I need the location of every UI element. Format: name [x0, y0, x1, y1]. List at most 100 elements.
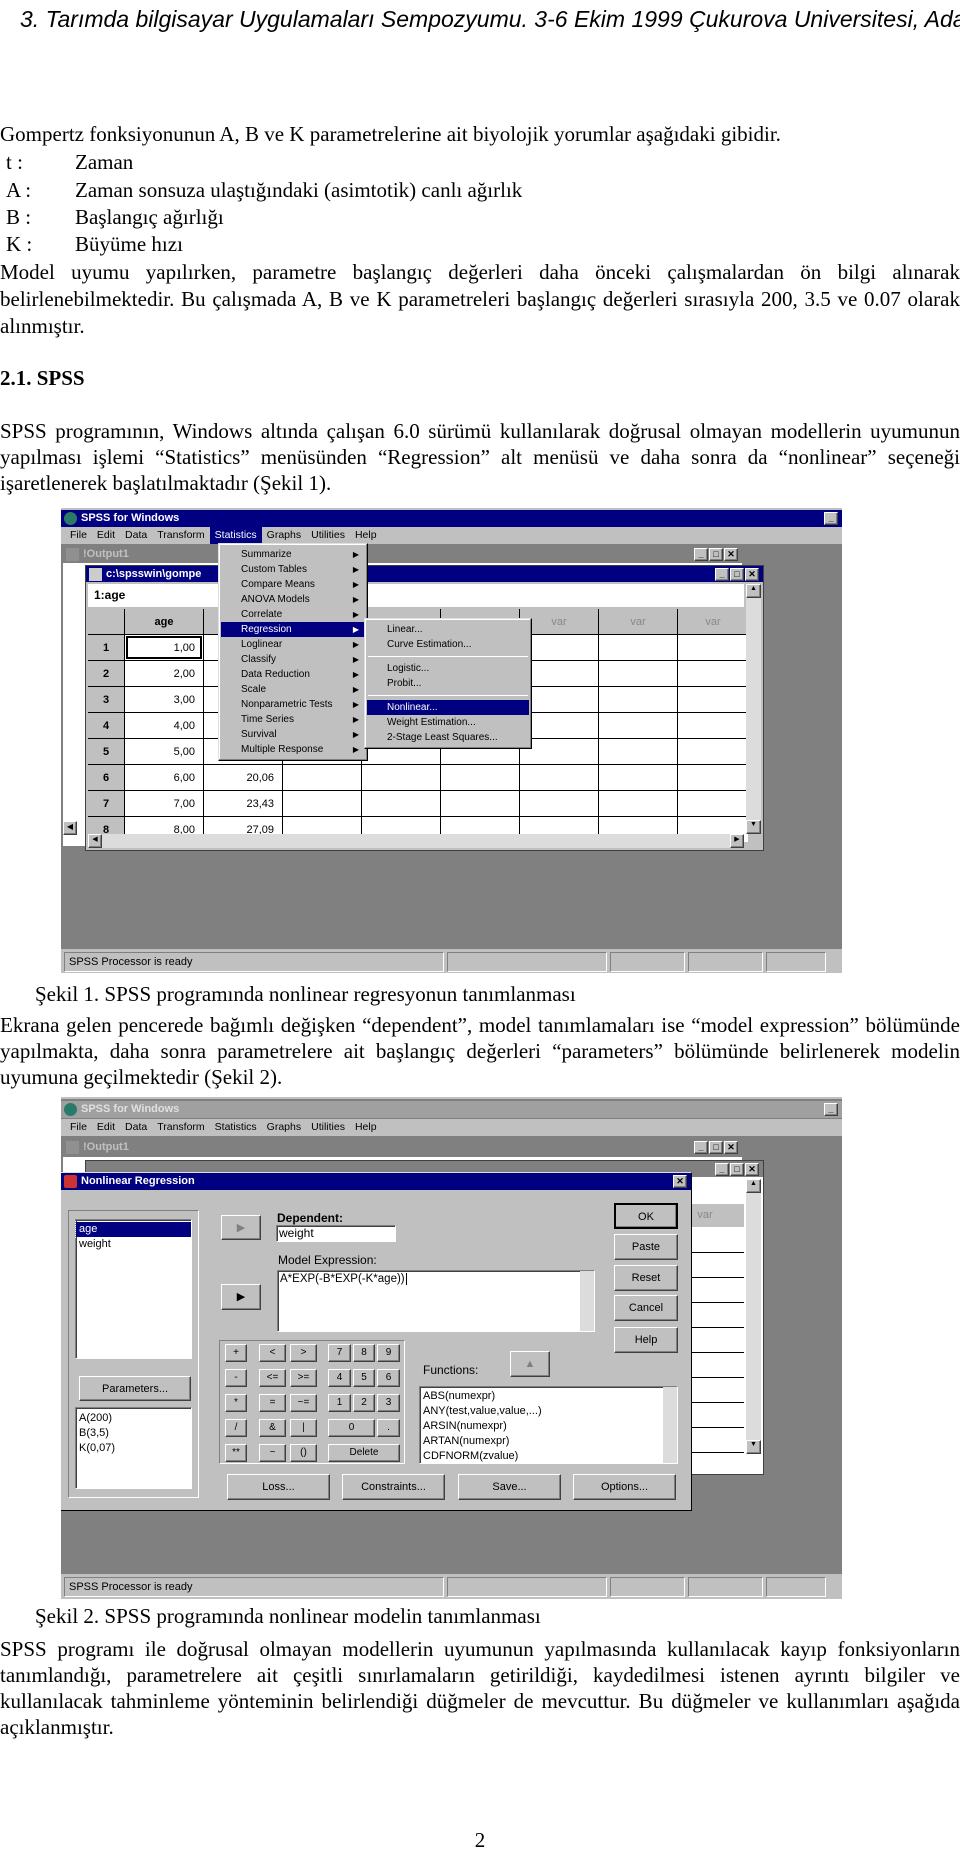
close-button[interactable]: ✕ [745, 1163, 759, 1176]
menu-item-curve-estimation[interactable]: Curve Estimation... [367, 637, 529, 652]
keypad-button[interactable]: >= [290, 1369, 317, 1387]
menu-data[interactable]: Data [120, 527, 152, 544]
keypad-button[interactable]: = [259, 1394, 286, 1412]
keypad-button[interactable]: * [225, 1394, 247, 1412]
variable-item[interactable]: weight [76, 1237, 191, 1252]
menu-item-time-series[interactable]: Time Series ▶ [221, 712, 365, 727]
scroll-left-button[interactable]: ◀ [63, 821, 77, 835]
parameter-item[interactable]: K(0,07) [76, 1441, 191, 1456]
grid-cell[interactable] [441, 765, 519, 790]
ok-button[interactable]: OK [614, 1203, 678, 1229]
minimize-button[interactable]: _ [824, 1103, 838, 1116]
scroll-up-button[interactable]: ▲ [746, 584, 761, 598]
grid-cell[interactable] [678, 791, 748, 816]
grid-cell[interactable] [678, 765, 748, 790]
menu-utilities[interactable]: Utilities [306, 1119, 350, 1136]
row-number[interactable]: 2 [88, 661, 124, 686]
grid-cell[interactable] [599, 791, 677, 816]
keypad-button[interactable]: Delete [328, 1444, 400, 1462]
row-number[interactable]: 7 [88, 791, 124, 816]
minimize-button[interactable]: _ [694, 548, 708, 561]
menu-item-scale[interactable]: Scale ▶ [221, 682, 365, 697]
functions-list[interactable]: ABS(numexpr) ANY(test,value,value,...) ARS… [419, 1386, 678, 1464]
keypad-button[interactable]: / [225, 1419, 247, 1437]
scroll-down-button[interactable]: ▼ [746, 820, 761, 834]
move-to-dependent-button[interactable]: ▶ [221, 1215, 261, 1240]
parameters-button[interactable]: Parameters... [79, 1376, 191, 1401]
column-header[interactable]: age [125, 609, 203, 634]
keypad-button[interactable]: 0 [328, 1419, 375, 1437]
menu-item-correlate[interactable]: Correlate ▶ [221, 607, 365, 622]
column-header[interactable]: var [678, 609, 748, 634]
menu-item-summarize[interactable]: Summarize ▶ [221, 547, 365, 562]
help-button[interactable]: Help [614, 1327, 678, 1353]
close-button[interactable]: ✕ [724, 548, 738, 561]
maximize-button[interactable]: □ [709, 548, 723, 561]
parameter-item[interactable]: A(200) [76, 1411, 191, 1426]
close-button[interactable]: ✕ [673, 1175, 687, 1188]
parameters-list[interactable]: A(200) B(3,5) K(0,07) [75, 1407, 192, 1489]
grid-cell[interactable] [599, 739, 677, 764]
loss-button[interactable]: Loss... [227, 1474, 330, 1500]
menu-item-weight-estimation[interactable]: Weight Estimation... [367, 715, 529, 730]
functions-scrollbar[interactable] [663, 1387, 677, 1463]
keypad-button[interactable]: & [259, 1419, 286, 1437]
keypad-button[interactable]: 6 [377, 1369, 400, 1387]
keypad-button[interactable]: ~= [290, 1394, 317, 1412]
keypad-button[interactable]: > [290, 1344, 317, 1362]
keypad-button[interactable]: 1 [328, 1394, 351, 1412]
menu-help[interactable]: Help [350, 1119, 382, 1136]
maximize-button[interactable]: □ [730, 1163, 744, 1176]
function-item[interactable]: CDFNORM(zvalue) [420, 1449, 677, 1464]
grid-cell[interactable]: 5,00 [125, 739, 203, 764]
menu-data[interactable]: Data [120, 1119, 152, 1136]
constraints-button[interactable]: Constraints... [342, 1474, 445, 1500]
grid-cell[interactable] [520, 765, 598, 790]
menu-utilities[interactable]: Utilities [306, 527, 350, 544]
grid-cell[interactable]: 2,00 [125, 661, 203, 686]
grid-cell[interactable] [678, 661, 748, 686]
menu-item-nonlinear[interactable]: Nonlinear... [367, 700, 529, 715]
menu-item-custom-tables[interactable]: Custom Tables ▶ [221, 562, 365, 577]
row-number[interactable]: 4 [88, 713, 124, 738]
close-button[interactable]: ✕ [745, 568, 759, 581]
row-number[interactable]: 6 [88, 765, 124, 790]
keypad-button[interactable]: 7 [328, 1344, 351, 1362]
menu-item-2-stage-least-squares[interactable]: 2-Stage Least Squares... [367, 730, 529, 745]
keypad-button[interactable]: 2 [353, 1394, 375, 1412]
keypad-button[interactable]: ~ [259, 1444, 286, 1462]
grid-cell[interactable] [283, 765, 361, 790]
paste-function-button[interactable]: ▲ [510, 1351, 550, 1377]
scroll-right-button[interactable]: ▶ [730, 834, 744, 848]
function-item[interactable]: ANY(test,value,value,...) [420, 1404, 677, 1419]
grid-cell[interactable]: 1,00 [125, 635, 203, 660]
row-number[interactable]: 3 [88, 687, 124, 712]
menu-item-probit[interactable]: Probit... [367, 676, 529, 691]
menu-item-survival[interactable]: Survival ▶ [221, 727, 365, 742]
keypad-button[interactable]: | [290, 1419, 317, 1437]
grid-cell[interactable]: 4,00 [125, 713, 203, 738]
cancel-button[interactable]: Cancel [614, 1295, 678, 1321]
function-item[interactable]: ABS(numexpr) [420, 1389, 677, 1404]
grid-cell[interactable]: 3,00 [125, 687, 203, 712]
vertical-scrollbar[interactable]: ▲ ▼ [746, 1179, 761, 1454]
keypad-button[interactable]: + [225, 1344, 247, 1362]
menu-item-compare-means[interactable]: Compare Means ▶ [221, 577, 365, 592]
grid-cell[interactable] [599, 713, 677, 738]
dependent-field[interactable]: weight [276, 1225, 396, 1242]
minimize-button[interactable]: _ [694, 1141, 708, 1154]
menu-transform[interactable]: Transform [152, 527, 209, 544]
keypad-button[interactable]: <= [259, 1369, 286, 1387]
keypad-button[interactable]: ** [225, 1444, 247, 1462]
scroll-down-button[interactable]: ▼ [746, 1440, 761, 1454]
grid-cell[interactable]: 7,00 [125, 791, 203, 816]
menu-item-regression[interactable]: Regression ▶ [221, 622, 365, 637]
menu-item-classify[interactable]: Classify ▶ [221, 652, 365, 667]
horizontal-scrollbar[interactable]: ◀ ▶ [88, 834, 744, 848]
grid-cell[interactable]: 20,06 [204, 765, 282, 790]
keypad-button[interactable]: 3 [377, 1394, 400, 1412]
grid-cell[interactable] [678, 687, 748, 712]
grid-cell[interactable]: 23,43 [204, 791, 282, 816]
grid-cell[interactable] [441, 791, 519, 816]
grid-cell[interactable]: 6,00 [125, 765, 203, 790]
